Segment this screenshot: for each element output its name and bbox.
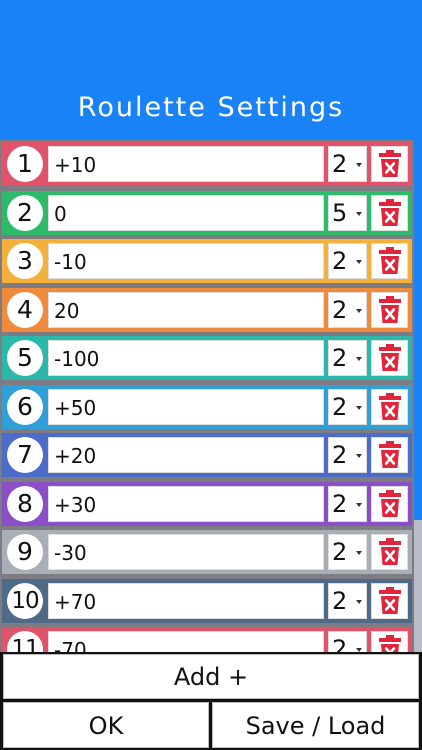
weight-select[interactable]: 2	[328, 388, 367, 425]
roulette-row: 5 -100 2	[2, 336, 412, 380]
chevron-down-icon	[356, 163, 362, 167]
weight-select[interactable]: 2	[328, 340, 367, 376]
row-number: 1	[7, 146, 43, 182]
weight-value: 2	[332, 392, 348, 421]
roulette-row: 4 20 2	[2, 287, 412, 332]
chevron-down-icon	[356, 551, 362, 555]
row-number: 6	[7, 388, 43, 425]
add-button[interactable]: Add +	[3, 654, 419, 699]
weight-select[interactable]: 2	[328, 582, 367, 619]
roulette-row: 3 -10 2	[2, 239, 412, 283]
row-number: 4	[7, 291, 43, 328]
weight-value: 2	[332, 344, 348, 372]
row-number: 10	[7, 582, 43, 619]
delete-button[interactable]	[371, 194, 408, 231]
delete-button[interactable]	[371, 437, 408, 473]
weight-select[interactable]: 2	[328, 437, 367, 473]
roulette-row: 6 +50 2	[2, 384, 412, 429]
value-field[interactable]: 20	[48, 291, 324, 328]
delete-button[interactable]	[371, 340, 408, 376]
scrollbar-track[interactable]	[414, 140, 422, 520]
chevron-down-icon	[356, 308, 362, 313]
weight-value: 2	[332, 586, 348, 615]
roulette-row: 7 +20 2	[2, 433, 412, 477]
delete-button[interactable]	[371, 388, 408, 425]
delete-button[interactable]	[371, 146, 408, 182]
row-number: 2	[7, 194, 43, 231]
value-field[interactable]: -70	[48, 631, 324, 652]
chevron-down-icon	[356, 260, 362, 264]
save-load-button[interactable]: Save / Load	[212, 702, 419, 748]
delete-button[interactable]	[371, 582, 408, 619]
value-field[interactable]: +10	[48, 146, 324, 182]
chevron-down-icon	[356, 357, 362, 361]
weight-value: 2	[332, 635, 348, 652]
scrollbar-thumb[interactable]	[414, 520, 422, 652]
chevron-down-icon	[356, 502, 362, 507]
value-field[interactable]: -100	[48, 340, 324, 376]
delete-button[interactable]	[371, 243, 408, 279]
weight-value: 2	[332, 150, 348, 178]
value-field[interactable]: +50	[48, 388, 324, 425]
roulette-row: 8 +30 2	[2, 481, 412, 526]
weight-select[interactable]: 2	[328, 146, 367, 182]
delete-button[interactable]	[371, 631, 408, 652]
row-number: 9	[7, 534, 43, 570]
weight-value: 2	[332, 489, 348, 518]
chevron-down-icon	[356, 454, 362, 458]
weight-select[interactable]: 2	[328, 631, 367, 652]
value-field[interactable]: -10	[48, 243, 324, 279]
row-number: 11	[7, 631, 43, 652]
roulette-row: 205	[2, 190, 412, 235]
roulette-row: 10 +70 2	[2, 578, 412, 623]
delete-button[interactable]	[371, 534, 408, 570]
roulette-row: 9 -30 2	[2, 530, 412, 574]
header-bar: Roulette Settings	[0, 0, 422, 140]
ok-button[interactable]: OK	[3, 702, 209, 748]
value-field[interactable]: +20	[48, 437, 324, 473]
delete-button[interactable]	[371, 485, 408, 522]
value-field[interactable]: -30	[48, 534, 324, 570]
delete-button[interactable]	[371, 291, 408, 328]
value-field[interactable]: +30	[48, 485, 324, 522]
row-number: 3	[7, 243, 43, 279]
chevron-down-icon	[356, 211, 362, 216]
chevron-down-icon	[356, 405, 362, 410]
weight-select[interactable]: 2	[328, 485, 367, 522]
weight-select[interactable]: 2	[328, 243, 367, 279]
row-number: 8	[7, 485, 43, 522]
weight-value: 5	[332, 198, 348, 227]
chevron-down-icon	[356, 599, 362, 604]
weight-value: 2	[332, 441, 348, 469]
roulette-row: 1 +10 2	[2, 142, 412, 186]
weight-value: 2	[332, 247, 348, 275]
weight-select[interactable]: 2	[328, 534, 367, 570]
value-field[interactable]: 0	[48, 194, 324, 231]
page-title: Roulette Settings	[77, 92, 345, 123]
roulette-row: 11 -70 2	[2, 627, 412, 652]
value-field[interactable]: +70	[48, 582, 324, 619]
row-number: 7	[7, 437, 43, 473]
roulette-item-list[interactable]: 1 +10 2 2 0 5 3 -10 2 4 20 2 5 -100 2 6 +50 2 7 +20 2 8 +30 2 9-…	[0, 140, 416, 652]
weight-value: 2	[332, 538, 348, 566]
row-number: 5	[7, 340, 43, 376]
weight-select[interactable]: 5	[328, 194, 367, 231]
weight-value: 2	[332, 295, 348, 324]
weight-select[interactable]: 2	[328, 291, 367, 328]
